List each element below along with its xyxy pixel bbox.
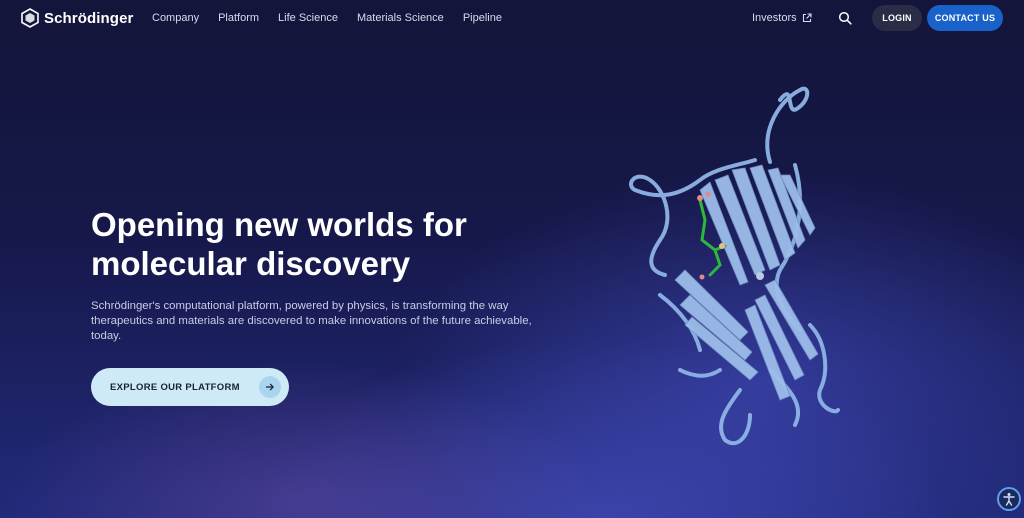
nav-item-pipeline[interactable]: Pipeline [463,12,502,24]
hero-description: Schrödinger's computational platform, po… [91,300,532,342]
top-navigation: Schrödinger Company Platform Life Scienc… [0,0,1024,36]
hero-title-line-1: Opening new worlds for [91,206,467,243]
brand-name: Schrödinger [44,9,134,27]
main-menu: Company Platform Life Science Materials … [152,12,502,24]
search-icon[interactable] [838,11,852,25]
investors-label: Investors [752,12,797,24]
hero-title: Opening new worlds for molecular discove… [91,205,551,283]
explore-platform-button[interactable]: EXPLORE OUR PLATFORM [91,368,289,406]
nav-item-company[interactable]: Company [152,12,199,24]
logo-mark-icon [21,8,39,28]
login-button[interactable]: LOGIN [872,5,922,31]
arrow-right-icon [259,376,281,398]
nav-item-platform[interactable]: Platform [218,12,259,24]
nav-item-materials-science[interactable]: Materials Science [357,12,444,24]
investors-link[interactable]: Investors [752,12,812,24]
external-link-icon [802,13,812,23]
hero-title-line-2: molecular discovery [91,245,411,282]
nav-item-life-science[interactable]: Life Science [278,12,338,24]
protein-structure-illustration [629,86,840,446]
explore-platform-label: EXPLORE OUR PLATFORM [110,381,240,393]
accessibility-icon [1003,493,1015,506]
brand-logo[interactable]: Schrödinger [21,8,133,28]
contact-us-button[interactable]: CONTACT US [927,5,1003,31]
accessibility-button[interactable] [997,487,1021,511]
